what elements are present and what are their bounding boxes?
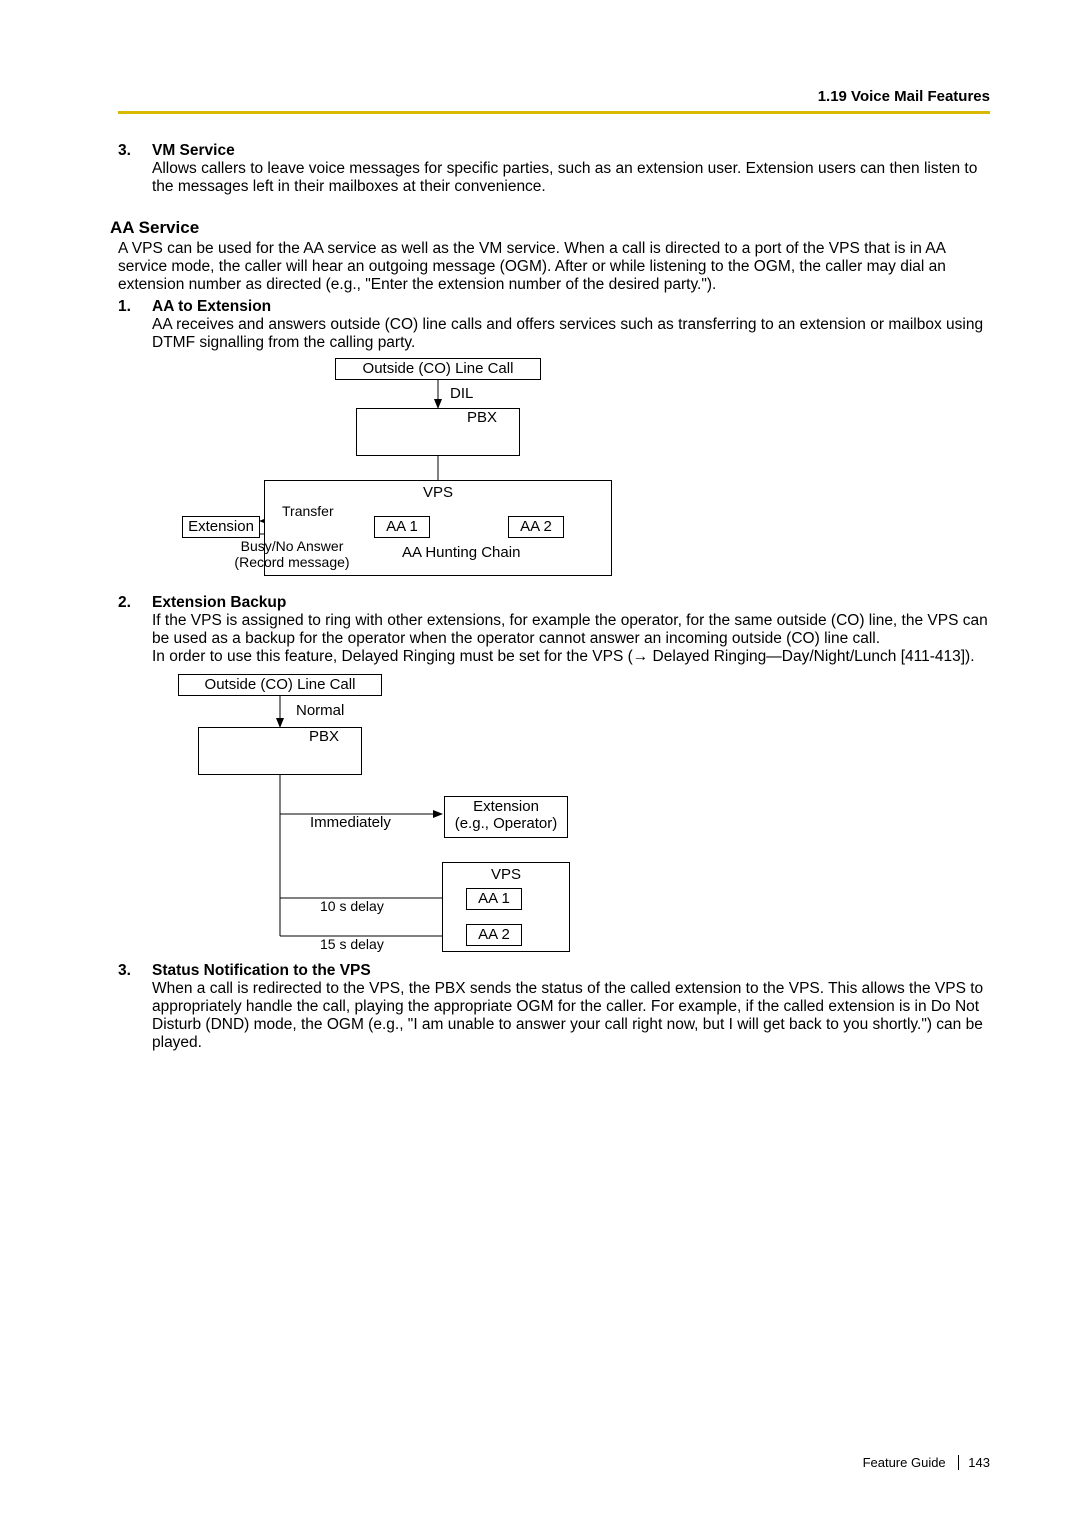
extension-operator-box: Extension(e.g., Operator) bbox=[444, 796, 568, 838]
dil-label: DIL bbox=[450, 385, 473, 402]
transfer-label: Transfer bbox=[282, 503, 334, 519]
item-number: 2. bbox=[118, 594, 152, 666]
extension-box: Extension bbox=[182, 516, 260, 538]
footer-guide: Feature Guide bbox=[863, 1455, 946, 1470]
co-line-call-box: Outside (CO) Line Call bbox=[178, 674, 382, 696]
aa-service-heading: AA Service bbox=[110, 218, 990, 238]
item-body: Allows callers to leave voice messages f… bbox=[152, 160, 977, 195]
page-footer: Feature Guide 143 bbox=[863, 1455, 990, 1470]
footer-page: 143 bbox=[968, 1455, 990, 1470]
section-header: 1.19 Voice Mail Features bbox=[118, 88, 990, 105]
pbx-box: PBX bbox=[356, 408, 520, 456]
list-item-aa-to-ext: 1. AA to Extension AA receives and answe… bbox=[118, 298, 990, 352]
item-body: When a call is redirected to the VPS, th… bbox=[152, 980, 983, 1051]
arrow-icon: → bbox=[633, 648, 649, 665]
header-rule bbox=[118, 111, 990, 114]
item-number: 3. bbox=[118, 142, 152, 196]
aa1-box: AA 1 bbox=[466, 888, 522, 910]
item-body2a: In order to use this feature, Delayed Ri… bbox=[152, 648, 633, 665]
item-number: 1. bbox=[118, 298, 152, 352]
item-title: AA to Extension bbox=[152, 298, 271, 315]
item-body2b: Delayed Ringing—Day/Night/Lunch [411-413… bbox=[648, 648, 974, 665]
aa1-box: AA 1 bbox=[374, 516, 430, 538]
chain-label: AA Hunting Chain bbox=[402, 544, 520, 561]
item-title: VM Service bbox=[152, 142, 235, 159]
item-title: Extension Backup bbox=[152, 594, 286, 611]
diagram-aa-to-extension: Outside (CO) Line Call DIL PBX VPS AA 1 … bbox=[152, 358, 990, 588]
list-item-status-notify: 3. Status Notification to the VPS When a… bbox=[118, 962, 990, 1052]
aa2-box: AA 2 bbox=[466, 924, 522, 946]
pbx-box: PBX bbox=[198, 727, 362, 775]
list-item-ext-backup: 2. Extension Backup If the VPS is assign… bbox=[118, 594, 990, 666]
busy-label: Busy/No Answer(Record message) bbox=[212, 538, 372, 570]
item-number: 3. bbox=[118, 962, 152, 1052]
aa2-box: AA 2 bbox=[508, 516, 564, 538]
co-line-call-box: Outside (CO) Line Call bbox=[335, 358, 541, 380]
item-body: AA receives and answers outside (CO) lin… bbox=[152, 316, 983, 351]
page: 1.19 Voice Mail Features 3. VM Service A… bbox=[0, 0, 1080, 1528]
delay10-label: 10 s delay bbox=[320, 898, 384, 914]
item-body1: If the VPS is assigned to ring with othe… bbox=[152, 612, 988, 647]
item-title: Status Notification to the VPS bbox=[152, 962, 371, 979]
delay15-label: 15 s delay bbox=[320, 936, 384, 952]
normal-label: Normal bbox=[296, 702, 344, 719]
list-item-vm-service: 3. VM Service Allows callers to leave vo… bbox=[118, 142, 990, 196]
diagram-extension-backup: Outside (CO) Line Call Normal PBX Immedi… bbox=[152, 674, 990, 954]
immediately-label: Immediately bbox=[310, 814, 391, 831]
aa-intro: A VPS can be used for the AA service as … bbox=[118, 240, 990, 294]
